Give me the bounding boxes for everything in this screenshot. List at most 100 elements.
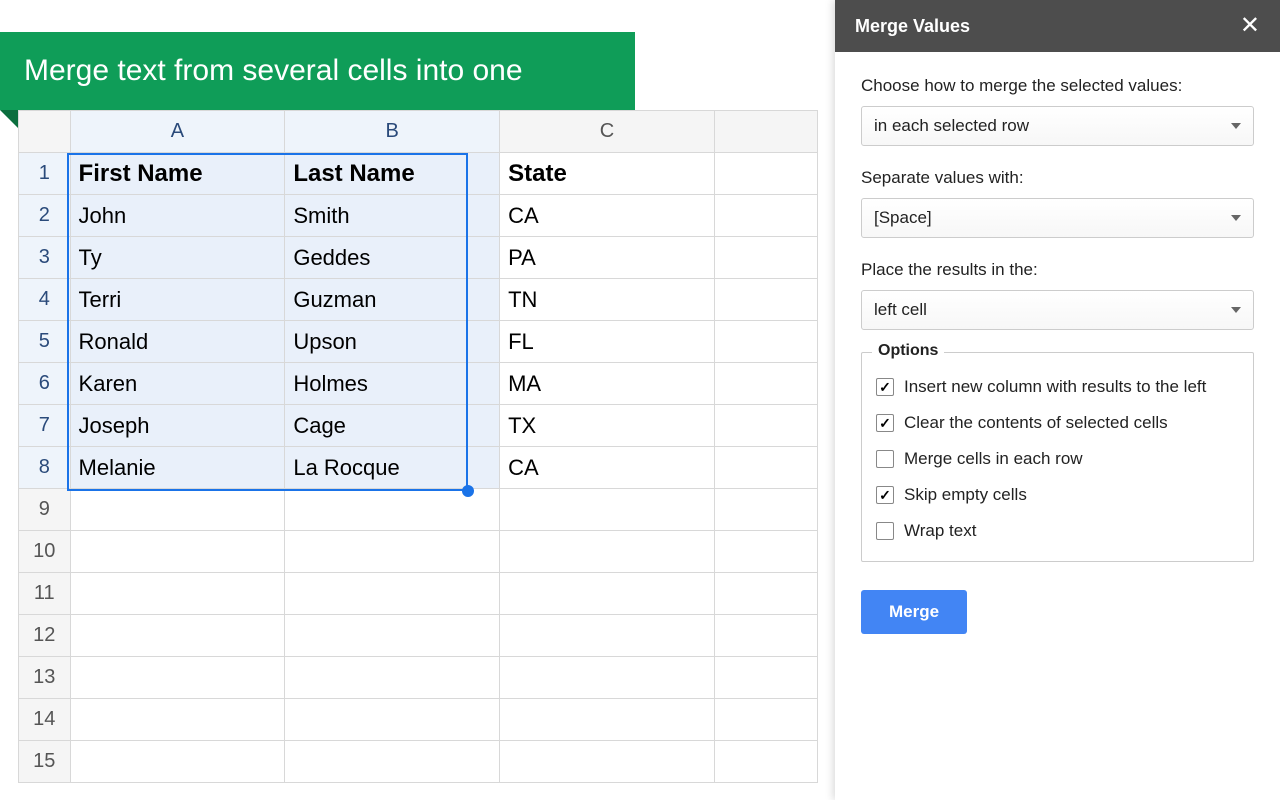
options-legend: Options <box>872 342 944 360</box>
row-header[interactable]: 11 <box>19 573 71 615</box>
cell[interactable] <box>714 531 817 573</box>
row-header[interactable]: 13 <box>19 657 71 699</box>
cell[interactable]: CA <box>500 195 715 237</box>
row-header[interactable]: 15 <box>19 741 71 783</box>
cell[interactable] <box>500 741 715 783</box>
cell[interactable]: Ronald <box>70 321 285 363</box>
cell[interactable]: TX <box>500 405 715 447</box>
cell[interactable] <box>500 489 715 531</box>
row-header[interactable]: 14 <box>19 699 71 741</box>
row-header[interactable]: 3 <box>19 237 71 279</box>
option-label: Wrap text <box>904 521 976 541</box>
cell[interactable] <box>714 321 817 363</box>
cell[interactable]: La Rocque <box>285 447 500 489</box>
option-checkbox[interactable]: Skip empty cells <box>876 477 1239 513</box>
cell[interactable] <box>70 699 285 741</box>
cell[interactable] <box>714 699 817 741</box>
cell[interactable] <box>70 489 285 531</box>
row-header[interactable]: 12 <box>19 615 71 657</box>
cell[interactable]: Upson <box>285 321 500 363</box>
row-header[interactable]: 10 <box>19 531 71 573</box>
row-header[interactable]: 7 <box>19 405 71 447</box>
cell[interactable] <box>714 405 817 447</box>
place-select[interactable]: left cell <box>861 290 1254 330</box>
grid-corner[interactable] <box>19 111 71 153</box>
cell[interactable] <box>500 657 715 699</box>
chevron-down-icon <box>1231 215 1241 221</box>
row-header[interactable]: 6 <box>19 363 71 405</box>
cell[interactable]: First Name <box>70 153 285 195</box>
cell[interactable]: CA <box>500 447 715 489</box>
cell[interactable]: TN <box>500 279 715 321</box>
cell[interactable]: State <box>500 153 715 195</box>
cell[interactable]: Ty <box>70 237 285 279</box>
cell[interactable]: PA <box>500 237 715 279</box>
cell[interactable] <box>714 153 817 195</box>
cell[interactable] <box>500 573 715 615</box>
merge-how-select[interactable]: in each selected row <box>861 106 1254 146</box>
cell[interactable]: Cage <box>285 405 500 447</box>
promo-banner-fold <box>0 110 18 128</box>
cell[interactable] <box>714 237 817 279</box>
cell[interactable] <box>714 447 817 489</box>
close-icon[interactable]: ✕ <box>1240 14 1260 38</box>
cell[interactable] <box>70 573 285 615</box>
panel-header: Merge Values ✕ <box>835 0 1280 52</box>
cell[interactable] <box>285 657 500 699</box>
cell[interactable] <box>285 699 500 741</box>
cell[interactable] <box>500 531 715 573</box>
merge-button[interactable]: Merge <box>861 590 967 634</box>
cell[interactable]: Geddes <box>285 237 500 279</box>
cell[interactable] <box>70 615 285 657</box>
col-header-a[interactable]: A <box>70 111 285 153</box>
cell[interactable] <box>285 741 500 783</box>
row-header[interactable]: 9 <box>19 489 71 531</box>
separator-select[interactable]: [Space] <box>861 198 1254 238</box>
cell[interactable] <box>714 363 817 405</box>
selection-handle[interactable] <box>462 485 474 497</box>
cell[interactable] <box>70 741 285 783</box>
row-header[interactable]: 5 <box>19 321 71 363</box>
option-checkbox[interactable]: Insert new column with results to the le… <box>876 369 1239 405</box>
place-label: Place the results in the: <box>861 260 1254 280</box>
cell[interactable] <box>714 573 817 615</box>
cell[interactable] <box>285 615 500 657</box>
cell[interactable]: Last Name <box>285 153 500 195</box>
col-header-c[interactable]: C <box>500 111 715 153</box>
separator-value: [Space] <box>874 208 932 228</box>
cell[interactable] <box>285 573 500 615</box>
col-header-b[interactable]: B <box>285 111 500 153</box>
cell[interactable]: Melanie <box>70 447 285 489</box>
cell[interactable]: Guzman <box>285 279 500 321</box>
cell[interactable]: John <box>70 195 285 237</box>
cell[interactable] <box>714 741 817 783</box>
cell[interactable] <box>70 657 285 699</box>
cell[interactable] <box>714 615 817 657</box>
cell[interactable] <box>500 615 715 657</box>
cell[interactable]: Joseph <box>70 405 285 447</box>
cell[interactable]: MA <box>500 363 715 405</box>
cell[interactable]: Karen <box>70 363 285 405</box>
spreadsheet-grid[interactable]: A B C 1 First Name Last Name State 2John… <box>18 110 818 783</box>
cell[interactable] <box>714 657 817 699</box>
cell[interactable] <box>70 531 285 573</box>
cell[interactable] <box>714 279 817 321</box>
row-header[interactable]: 8 <box>19 447 71 489</box>
col-header-d[interactable] <box>714 111 817 153</box>
option-checkbox[interactable]: Clear the contents of selected cells <box>876 405 1239 441</box>
row-header[interactable]: 2 <box>19 195 71 237</box>
cell[interactable]: Holmes <box>285 363 500 405</box>
cell[interactable] <box>285 531 500 573</box>
option-checkbox[interactable]: Merge cells in each row <box>876 441 1239 477</box>
cell[interactable]: FL <box>500 321 715 363</box>
row-header[interactable]: 1 <box>19 153 71 195</box>
cell[interactable]: Smith <box>285 195 500 237</box>
cell[interactable] <box>714 195 817 237</box>
merge-values-panel: Merge Values ✕ Choose how to merge the s… <box>835 0 1280 800</box>
cell[interactable] <box>714 489 817 531</box>
cell[interactable] <box>500 699 715 741</box>
option-checkbox[interactable]: Wrap text <box>876 513 1239 549</box>
cell[interactable]: Terri <box>70 279 285 321</box>
row-header[interactable]: 4 <box>19 279 71 321</box>
merge-how-value: in each selected row <box>874 116 1029 136</box>
